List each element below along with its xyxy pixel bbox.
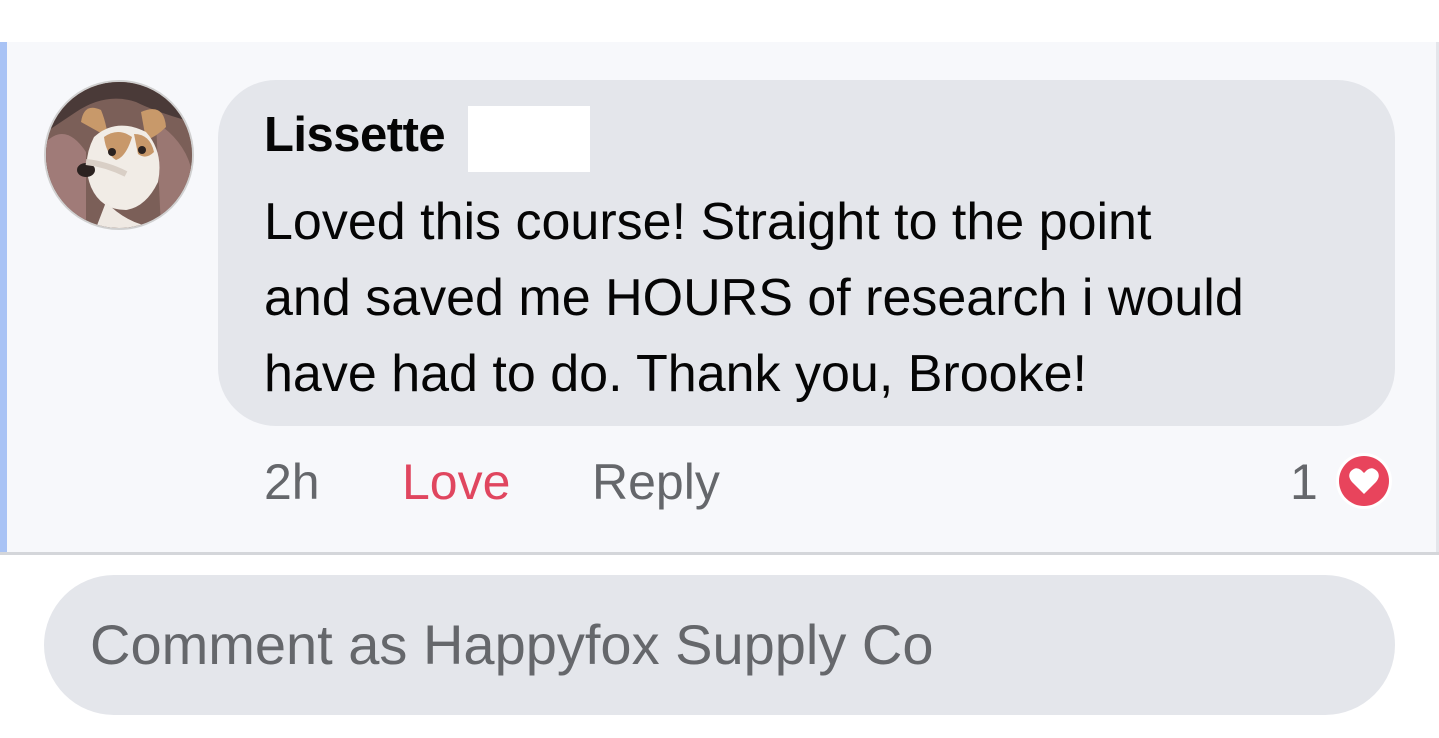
comment-text-line: and saved me HOURS of research i would [264, 269, 1244, 327]
comment-input-placeholder: Comment as Happyfox Supply Co [90, 613, 934, 676]
divider [0, 552, 1439, 555]
heart-icon[interactable] [1335, 452, 1393, 510]
comment-highlight-bar [0, 42, 7, 552]
comment-text-line: Loved this course! Straight to the point [264, 193, 1152, 251]
reaction-count[interactable]: 1 [1290, 452, 1318, 512]
name-redaction [468, 106, 590, 172]
love-button[interactable]: Love [402, 452, 510, 512]
dog-photo-icon [46, 82, 192, 228]
comment-text: Loved this course! Straight to the point… [264, 184, 1364, 412]
comment-timestamp[interactable]: 2h [264, 452, 320, 512]
comment-text-line: have had to do. Thank you, Brooke! [264, 345, 1087, 403]
avatar[interactable] [44, 80, 194, 230]
top-spacer [0, 0, 1439, 42]
comment-author-name[interactable]: Lissette [264, 104, 446, 166]
reply-button[interactable]: Reply [592, 452, 720, 512]
